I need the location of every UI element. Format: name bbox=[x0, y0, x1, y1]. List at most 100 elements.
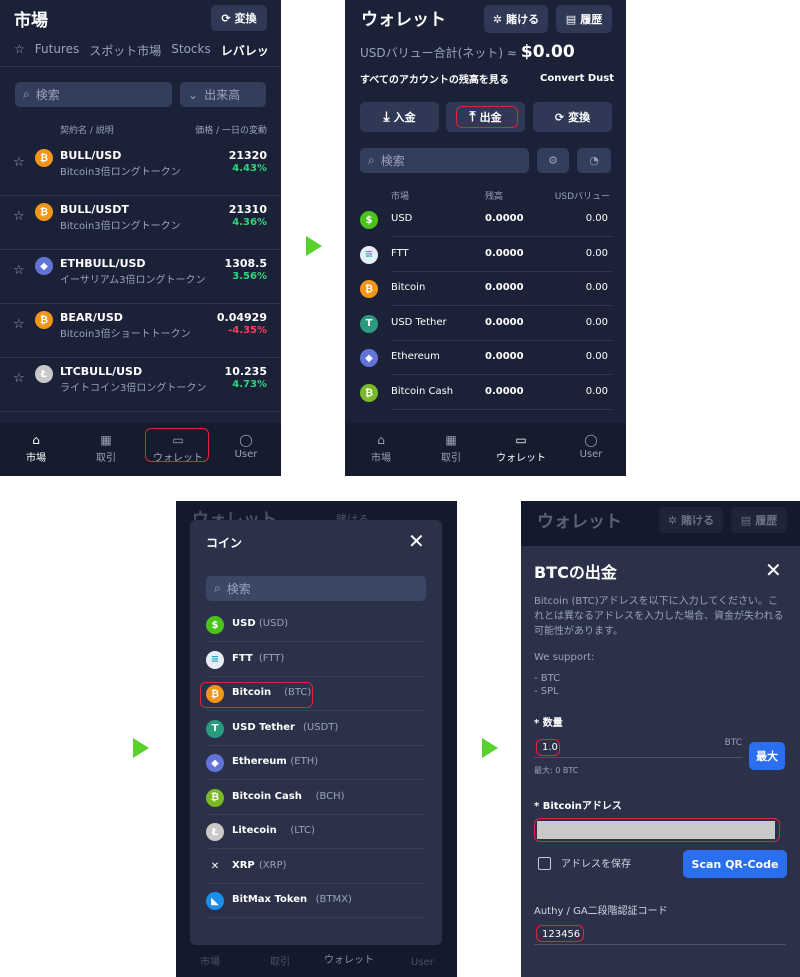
support-label: We support: bbox=[534, 652, 595, 663]
coin-code: (BTMX) bbox=[315, 894, 352, 905]
nav-trade[interactable]: 取引 bbox=[270, 953, 290, 968]
settings-button[interactable]: ⚙ bbox=[537, 148, 569, 173]
bg-bet-button: ✲ 賭ける bbox=[659, 507, 723, 533]
list-item[interactable]: T USD Tether (USDT) bbox=[190, 712, 442, 746]
bet-button[interactable]: ✲ 賭ける bbox=[484, 5, 548, 33]
tab-leverage[interactable]: レバレッ bbox=[221, 42, 269, 60]
nav-market[interactable]: ⌂ 市場 bbox=[18, 433, 54, 464]
nav-market[interactable]: ⌂ 市場 bbox=[363, 433, 399, 464]
pair-price: 1308.5 bbox=[224, 257, 267, 270]
step-arrow bbox=[482, 738, 498, 758]
coin-name: USD Tether bbox=[391, 316, 447, 328]
history-button[interactable]: ▤ 履歴 bbox=[556, 5, 612, 33]
pair-change: 3.56% bbox=[232, 271, 267, 282]
pair-price: 10.235 bbox=[224, 365, 267, 378]
table-row[interactable]: ☆ ₿ BULL/USDT Bitcoin3倍ロングトークン 21310 4.3… bbox=[0, 197, 281, 251]
pair-desc: ライトコイン3倍ロングトークン bbox=[60, 383, 207, 394]
close-icon[interactable]: ✕ bbox=[408, 531, 425, 551]
bg-title: ウォレット bbox=[537, 512, 622, 532]
star-icon[interactable]: ☆ bbox=[13, 209, 25, 224]
gear-icon: ✲ bbox=[667, 513, 678, 527]
history-icon: ▤ bbox=[565, 12, 577, 26]
nav-wallet[interactable]: ▭ ウォレット bbox=[491, 433, 551, 464]
tab-stocks[interactable]: Stocks bbox=[171, 42, 210, 60]
coin-balance: 0.0000 bbox=[485, 213, 524, 224]
table-row[interactable]: T USD Tether 0.0000 0.00 bbox=[345, 307, 626, 341]
nav-trade[interactable]: ▦ 取引 bbox=[433, 433, 469, 464]
ftt-icon: ≡ bbox=[206, 650, 224, 669]
nav-user[interactable]: ◯ User bbox=[573, 433, 609, 460]
list-item[interactable]: ✕ XRP (XRP) bbox=[190, 850, 442, 884]
table-row[interactable]: ₿ Bitcoin 0.0000 0.00 bbox=[345, 272, 626, 307]
star-icon[interactable]: ☆ bbox=[13, 317, 25, 332]
max-button[interactable]: 最大 bbox=[749, 742, 785, 770]
search-input[interactable]: ⌕ 検索 bbox=[360, 148, 529, 173]
table-row[interactable]: ☆ Ł LTCBULL/USD ライトコイン3倍ロングトークン 10.235 4… bbox=[0, 359, 281, 413]
gear-icon: ⚙ bbox=[548, 154, 558, 167]
list-item[interactable]: ₿ Bitcoin Cash (BCH) bbox=[190, 781, 442, 815]
modal-title: BTCの出金 bbox=[534, 563, 617, 582]
highlight-twofa bbox=[536, 925, 584, 942]
nav-trade[interactable]: ▦ 取引 bbox=[88, 433, 124, 464]
coin-name: FTT bbox=[391, 247, 409, 259]
list-item[interactable]: ≡ FTT (FTT) bbox=[190, 643, 442, 677]
nav-user[interactable]: ◯ User bbox=[228, 433, 264, 460]
volume-sort-select[interactable]: ⌄ 出来高 bbox=[180, 82, 266, 107]
list-item[interactable]: Ł Litecoin (LTC) bbox=[190, 815, 442, 849]
table-row[interactable]: ☆ ₿ BULL/USD Bitcoin3倍ロングトークン 21320 4.43… bbox=[0, 143, 281, 197]
all-accounts-link[interactable]: すべてのアカウントの残高を見る bbox=[360, 71, 509, 86]
usd-total: USDバリュー合計(ネット) ≈ $0.00 bbox=[360, 42, 575, 62]
tab-spot[interactable]: スポット市場 bbox=[89, 42, 161, 60]
convert-button[interactable]: ⟳ 変換 bbox=[211, 5, 267, 31]
search-input[interactable]: ⌕ 検索 bbox=[206, 576, 426, 601]
scan-qr-button[interactable]: Scan QR-Code bbox=[683, 850, 787, 878]
search-icon: ⌕ bbox=[368, 153, 375, 167]
close-icon[interactable]: ✕ bbox=[765, 560, 782, 580]
table-row[interactable]: ₿ Bitcoin Cash 0.0000 0.00 bbox=[345, 376, 626, 410]
tab-futures[interactable]: Futures bbox=[35, 42, 79, 60]
coin-name: USD bbox=[232, 618, 256, 629]
pair-desc: Bitcoin3倍ショートトークン bbox=[60, 329, 191, 340]
save-address-checkbox[interactable] bbox=[538, 857, 551, 870]
star-icon[interactable]: ☆ bbox=[14, 42, 25, 60]
litecoin-icon: Ł bbox=[35, 365, 53, 383]
convert-button[interactable]: ⟳ 変換 bbox=[533, 102, 612, 132]
coin-code: (XRP) bbox=[258, 859, 287, 871]
list-item[interactable]: ◆ Ethereum (ETH) bbox=[190, 746, 442, 780]
coin-code: (FTT) bbox=[258, 652, 285, 664]
table-row[interactable]: ◆ Ethereum 0.0000 0.00 bbox=[345, 341, 626, 376]
modal-title: コイン bbox=[206, 536, 243, 550]
usd-icon: $ bbox=[360, 211, 378, 229]
nav-user[interactable]: User bbox=[411, 957, 434, 968]
search-input[interactable]: ⌕ 検索 bbox=[15, 82, 172, 107]
bitcoin-icon: ₿ bbox=[35, 311, 53, 329]
convert-icon: ⟳ bbox=[221, 11, 231, 25]
table-row[interactable]: ☆ ◆ ETHBULL/USD イーサリアム3倍ロングトークン 1308.5 3… bbox=[0, 251, 281, 305]
table-row[interactable]: ≡ FTT 0.0000 0.00 bbox=[345, 238, 626, 272]
pie-chart-button[interactable]: ◔ bbox=[577, 148, 611, 173]
ethereum-icon: ◆ bbox=[360, 349, 378, 368]
star-icon[interactable]: ☆ bbox=[13, 263, 25, 278]
table-row[interactable]: ☆ ₿ BEAR/USD Bitcoin3倍ショートトークン 0.04929 -… bbox=[0, 305, 281, 359]
nav-wallet[interactable]: ウォレット bbox=[324, 951, 374, 966]
nav-market[interactable]: 市場 bbox=[200, 953, 220, 968]
star-icon[interactable]: ☆ bbox=[13, 155, 25, 170]
pair-change: 4.43% bbox=[232, 163, 267, 174]
pair-change: -4.35% bbox=[228, 325, 267, 336]
bitmax-icon: ◣ bbox=[206, 892, 224, 910]
list-item[interactable]: $ USD (USD) bbox=[190, 608, 442, 642]
support-spl: - SPL bbox=[534, 686, 559, 697]
divider bbox=[206, 917, 426, 918]
tether-icon: T bbox=[360, 314, 378, 333]
twofa-label: Authy / GA二段階認証コード bbox=[534, 906, 668, 917]
table-row[interactable]: $ USD 0.0000 0.00 bbox=[345, 203, 626, 237]
list-item[interactable]: ◣ BitMax Token (BTMX) bbox=[190, 884, 442, 918]
coin-balance: 0.0000 bbox=[485, 316, 524, 328]
coin-usd: 0.00 bbox=[585, 247, 608, 259]
quantity-input[interactable]: 1.0 BTC bbox=[534, 736, 742, 758]
deposit-button[interactable]: ⤓ 入金 bbox=[360, 102, 439, 132]
convert-dust-link[interactable]: Convert Dust bbox=[540, 73, 614, 84]
pair-price: 21310 bbox=[228, 203, 267, 216]
col-balance-header: 残高 bbox=[485, 192, 504, 202]
star-icon[interactable]: ☆ bbox=[13, 371, 25, 386]
